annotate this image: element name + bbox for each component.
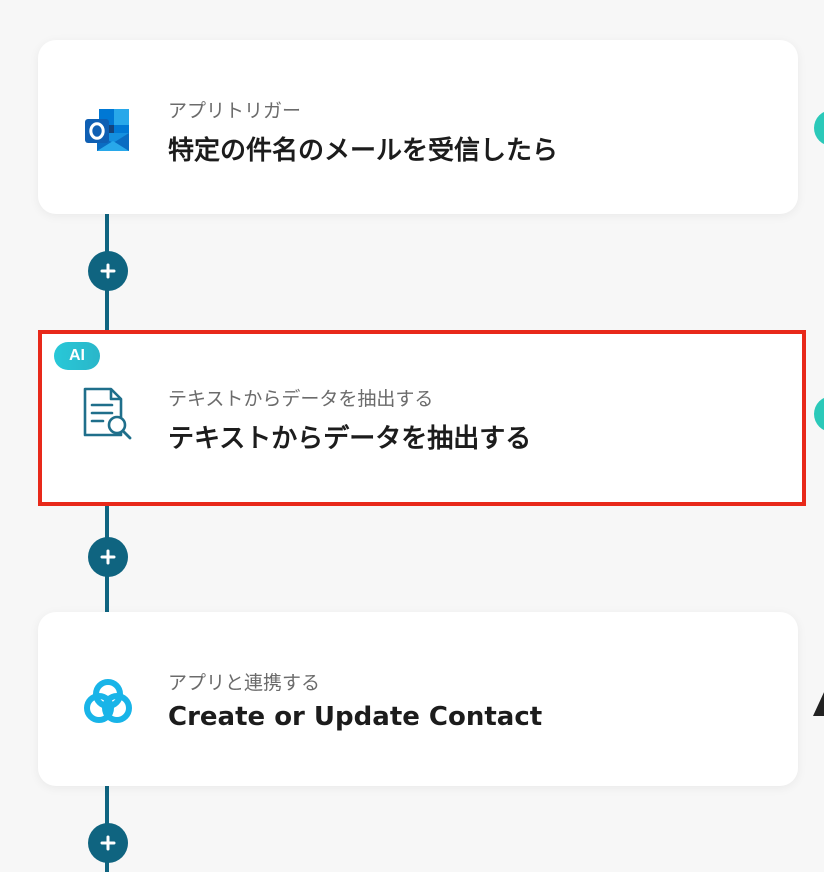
step-subtitle: アプリトリガー (168, 100, 302, 122)
status-indicator (814, 110, 824, 146)
plus-icon (100, 835, 116, 851)
step-title: Create or Update Contact (168, 702, 543, 732)
step-title: 特定の件名のメールを受信したら (168, 136, 559, 166)
document-search-icon (80, 386, 136, 442)
step-subtitle: アプリと連携する (168, 672, 321, 694)
add-step-button[interactable] (88, 537, 128, 577)
step-card-ai[interactable]: AI テキストからデータを抽出する テキストからデータを抽出する (38, 330, 806, 506)
step-card-app[interactable]: アプリと連携する Create or Update Contact (38, 612, 798, 786)
status-indicator (814, 396, 824, 432)
plus-icon (100, 549, 116, 565)
step-title: テキストからデータを抽出する (168, 424, 532, 454)
step-card-trigger[interactable]: アプリトリガー 特定の件名のメールを受信したら (38, 40, 798, 214)
app-logo-icon (80, 674, 136, 730)
plus-icon (100, 263, 116, 279)
edge-icon (813, 690, 824, 716)
outlook-icon (80, 102, 136, 158)
step-subtitle: テキストからデータを抽出する (168, 388, 434, 410)
add-step-button[interactable] (88, 823, 128, 863)
add-step-button[interactable] (88, 251, 128, 291)
ai-badge: AI (54, 342, 100, 370)
